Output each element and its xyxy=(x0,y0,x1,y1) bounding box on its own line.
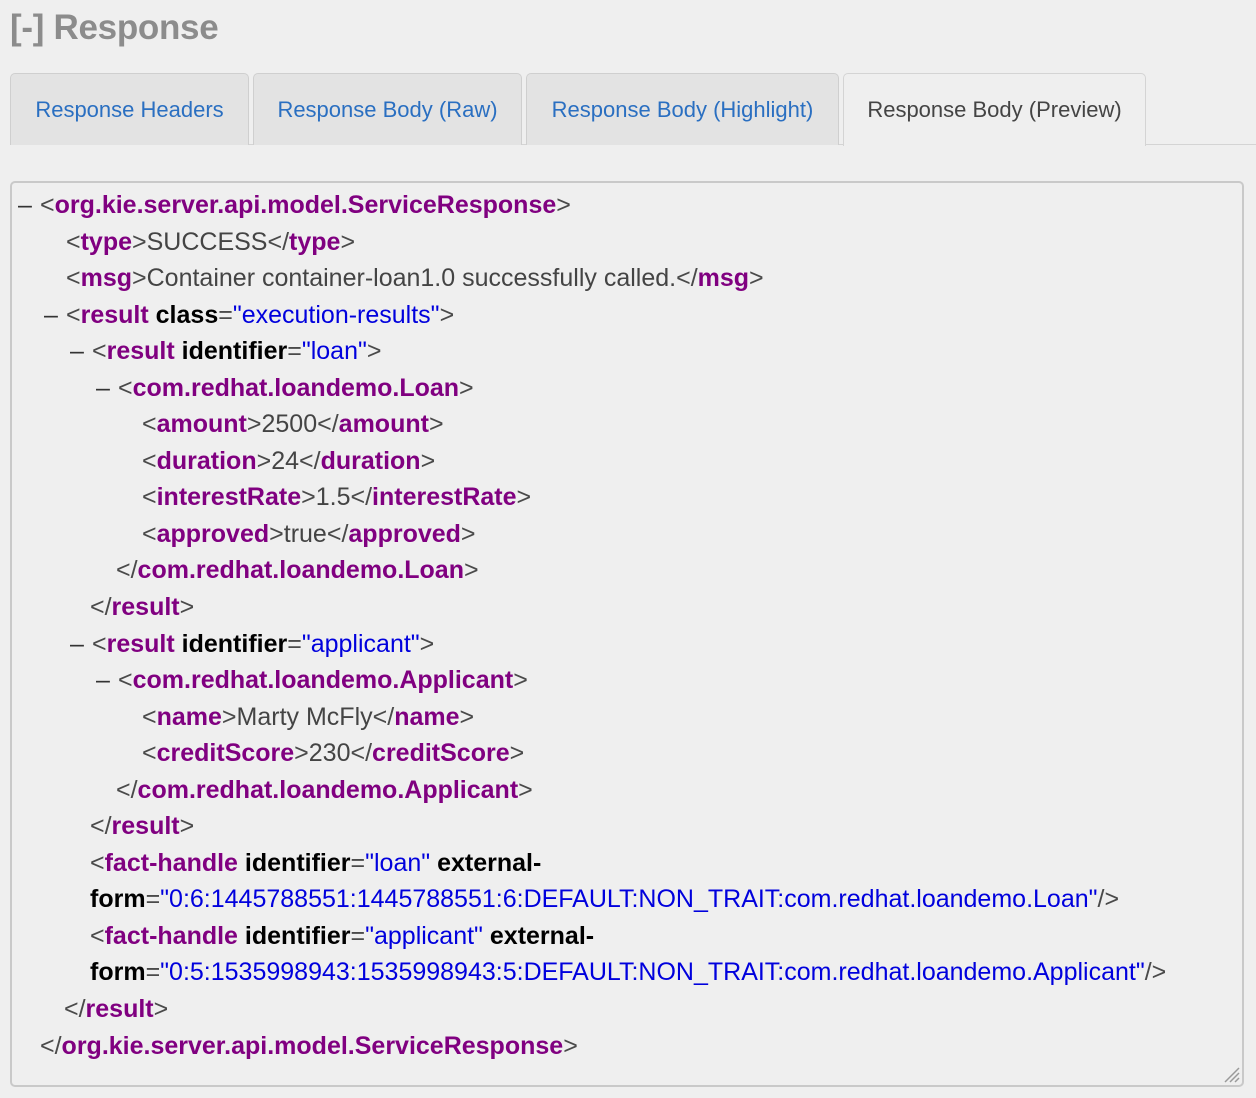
xml-line-duration: <duration>24</duration> xyxy=(142,446,436,475)
xml-attr: external- xyxy=(489,921,595,950)
xml-tag: result xyxy=(111,593,180,622)
collapse-result-toggle[interactable]: – xyxy=(44,297,66,334)
xml-tag: amount xyxy=(338,410,429,439)
response-section: [-] Response Response Headers Response B… xyxy=(0,0,1256,1098)
xml-line-loan-close: </com.redhat.loandemo.Loan> xyxy=(116,556,479,585)
xml-line-type: <type>SUCCESS</type> xyxy=(66,227,356,256)
tab-response-body-raw[interactable]: Response Body (Raw) xyxy=(253,73,522,145)
xml-tag: fact-handle xyxy=(104,921,238,950)
xml-attr: identifier xyxy=(181,629,288,658)
xml-line-root-open: – <org.kie.server.api.model.ServiceRespon… xyxy=(12,187,1242,224)
response-title[interactable]: [-] Response xyxy=(10,6,219,50)
xml-tag: com.redhat.loandemo.Loan xyxy=(137,556,464,585)
xml-tag: creditScore xyxy=(372,739,510,768)
xml-attr-value: "0:5:1535998943:1535998943:5:DEFAULT:NON… xyxy=(160,958,1145,987)
xml-text: Container container-loan1.0 successfully… xyxy=(146,264,677,293)
xml-tag: approved xyxy=(156,519,270,548)
xml-line-fact-handle-loan: <fact-handle identifier="loan" external- xyxy=(90,848,542,877)
response-title-text: Response xyxy=(53,8,219,47)
xml-text: SUCCESS xyxy=(146,227,268,256)
xml-tag: org.kie.server.api.model.ServiceResponse xyxy=(61,1031,564,1060)
xml-attr: class xyxy=(155,300,219,329)
xml-tag: duration xyxy=(156,446,257,475)
tab-response-body-highlight[interactable]: Response Body (Highlight) xyxy=(526,73,839,145)
xml-tag: interestRate xyxy=(372,483,517,512)
xml-line-interest-rate: <interestRate>1.5</interestRate> xyxy=(142,483,532,512)
xml-attr-value: "execution-results" xyxy=(232,300,440,329)
xml-tag: interestRate xyxy=(156,483,302,512)
xml-tag: result xyxy=(106,337,175,366)
xml-tag: name xyxy=(394,702,460,731)
xml-line-fact-handle-loan-cont: form="0:6:1445788551:1445788551:6:DEFAUL… xyxy=(90,885,1120,914)
xml-tag: amount xyxy=(156,410,247,439)
xml-attr: identifier xyxy=(181,337,288,366)
collapse-loan-toggle[interactable]: – xyxy=(96,370,118,407)
xml-tag: com.redhat.loandemo.Loan xyxy=(132,373,460,402)
xml-line-fact-handle-applicant: <fact-handle identifier="applicant" exte… xyxy=(90,921,595,950)
collapse-applicant-toggle[interactable]: – xyxy=(96,662,118,699)
xml-line-applicant-open: – <com.redhat.loandemo.Applicant> xyxy=(12,662,1242,699)
collapse-result-applicant-toggle[interactable]: – xyxy=(70,626,92,663)
xml-line-root-close: </org.kie.server.api.model.ServiceRespon… xyxy=(40,1031,578,1060)
xml-line-approved: <approved>true</approved> xyxy=(142,519,476,548)
xml-tag: com.redhat.loandemo.Applicant xyxy=(137,775,519,804)
xml-attr-value: "loan" xyxy=(365,848,431,877)
xml-attr-value: "loan" xyxy=(301,337,367,366)
xml-text: 24 xyxy=(271,446,300,475)
xml-attr: form xyxy=(90,885,146,914)
xml-line-loan-open: – <com.redhat.loandemo.Loan> xyxy=(12,370,1242,407)
response-tabs: Response Headers Response Body (Raw) Res… xyxy=(10,73,1256,146)
xml-line-result-close: </result> xyxy=(64,995,169,1024)
xml-text: Marty McFly xyxy=(236,702,373,731)
xml-tag: msg xyxy=(80,264,133,293)
xml-attr-value: "applicant" xyxy=(301,629,420,658)
resize-grip-icon[interactable] xyxy=(1222,1065,1240,1083)
xml-line-applicant-close: </com.redhat.loandemo.Applicant> xyxy=(116,775,533,804)
xml-line-credit-score: <creditScore>230</creditScore> xyxy=(142,739,525,768)
xml-tag: org.kie.server.api.model.ServiceResponse xyxy=(54,191,557,219)
xml-tag: com.redhat.loandemo.Applicant xyxy=(132,666,514,695)
xml-line-result-applicant-open: – <result identifier="applicant"> xyxy=(12,626,1242,663)
xml-text: true xyxy=(283,519,327,548)
xml-attr: form xyxy=(90,958,146,987)
xml-tag: duration xyxy=(320,446,421,475)
xml-tag: fact-handle xyxy=(104,848,238,877)
xml-tag: result xyxy=(106,629,175,658)
xml-line-name: <name>Marty McFly</name> xyxy=(142,702,475,731)
collapse-result-loan-toggle[interactable]: – xyxy=(70,333,92,370)
xml-tag: result xyxy=(111,812,180,841)
xml-line-amount: <amount>2500</amount> xyxy=(142,410,444,439)
tab-response-headers[interactable]: Response Headers xyxy=(10,73,249,145)
xml-tag: result xyxy=(80,300,149,329)
xml-attr: external- xyxy=(437,848,542,877)
xml-attr-value: "applicant" xyxy=(365,921,483,950)
xml-text: 2500 xyxy=(261,410,318,439)
collapse-root-toggle[interactable]: – xyxy=(18,187,40,224)
xml-line-result-loan-close: </result> xyxy=(90,593,195,622)
xml-text: 230 xyxy=(308,739,351,768)
xml-tag: creditScore xyxy=(156,739,295,768)
xml-attr: identifier xyxy=(244,848,351,877)
xml-attr: identifier xyxy=(244,921,351,950)
xml-tree: – <org.kie.server.api.model.ServiceRespon… xyxy=(12,187,1242,1064)
collapse-toggle[interactable]: [-] xyxy=(10,8,44,47)
xml-tag: approved xyxy=(348,519,461,548)
xml-line-msg: <msg>Container container-loan1.0 success… xyxy=(66,264,764,293)
xml-tag: type xyxy=(289,227,341,256)
xml-tag: msg xyxy=(697,264,750,293)
xml-line-fact-handle-applicant-cont: form="0:5:1535998943:1535998943:5:DEFAUL… xyxy=(90,958,1167,987)
xml-tag: result xyxy=(85,995,154,1024)
xml-preview-panel[interactable]: – <org.kie.server.api.model.ServiceRespon… xyxy=(10,181,1244,1087)
xml-text: 1.5 xyxy=(315,483,351,512)
xml-tag: name xyxy=(156,702,222,731)
xml-line-result-open: – <result class="execution-results"> xyxy=(12,297,1242,334)
xml-line-result-loan-open: – <result identifier="loan"> xyxy=(12,333,1242,370)
tab-response-body-preview[interactable]: Response Body (Preview) xyxy=(843,73,1146,146)
xml-attr-value: "0:6:1445788551:1445788551:6:DEFAULT:NON… xyxy=(160,885,1098,914)
xml-line-result-applicant-close: </result> xyxy=(90,812,195,841)
xml-tag: type xyxy=(80,227,133,256)
